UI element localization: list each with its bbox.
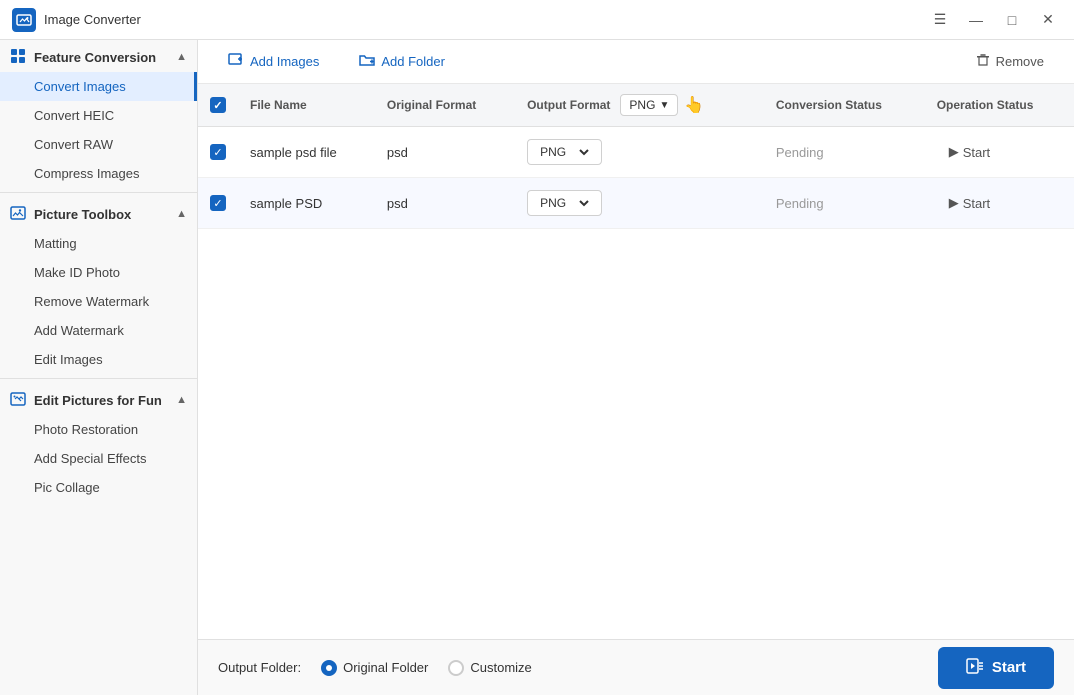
content-area: Add Images Add Folder [198, 40, 1074, 695]
row-1-operation-status[interactable]: ▶ Start [925, 127, 1074, 178]
table-row: ✓ sample psd file psd PNG JPG BMP WEBP [198, 127, 1074, 178]
conversion-status-header: Conversion Status [764, 84, 925, 127]
sidebar-group-feature-conversion[interactable]: Feature Conversion ▲ [0, 40, 197, 72]
customize-radio[interactable] [448, 660, 464, 676]
row-1-filename: sample psd file [238, 127, 375, 178]
sidebar-group-picture-toolbox-label: Picture Toolbox [34, 207, 131, 222]
original-folder-label: Original Folder [343, 660, 428, 675]
sidebar-section-feature-conversion: Feature Conversion ▲ Convert Images Conv… [0, 40, 197, 188]
chevron-up-icon-2: ▲ [176, 208, 187, 220]
sidebar-item-photo-restoration[interactable]: Photo Restoration [0, 415, 197, 444]
file-table-container: ✓ File Name Original Format Output Forma… [198, 84, 1074, 639]
sidebar-group-picture-toolbox[interactable]: Picture Toolbox ▲ [0, 197, 197, 229]
add-images-label: Add Images [250, 54, 319, 69]
app-title: Image Converter [44, 12, 926, 27]
row-1-format-dropdown[interactable]: PNG JPG BMP WEBP TIFF [536, 144, 592, 160]
original-folder-radio[interactable] [321, 660, 337, 676]
bottom-bar: Output Folder: Original Folder Customize [198, 639, 1074, 695]
menu-button[interactable]: ☰ [926, 6, 954, 34]
chevron-up-icon: ▲ [176, 51, 187, 63]
row-1-output-format[interactable]: PNG JPG BMP WEBP TIFF [515, 127, 764, 178]
sidebar: Feature Conversion ▲ Convert Images Conv… [0, 40, 198, 695]
sidebar-section-picture-toolbox: Picture Toolbox ▲ Matting Make ID Photo … [0, 197, 197, 374]
row-1-conversion-status: Pending [764, 127, 925, 178]
output-format-global-select[interactable]: PNG ▼ [620, 94, 678, 116]
row-2-filename: sample PSD [238, 178, 375, 229]
sidebar-group-edit-pictures-label: Edit Pictures for Fun [34, 393, 162, 408]
table-row: ✓ sample PSD psd PNG JPG BMP WEBP [198, 178, 1074, 229]
remove-icon [976, 53, 990, 70]
play-icon-1: ▶ [949, 144, 959, 160]
row-1-original-format: psd [375, 127, 515, 178]
window-controls: ☰ — □ ✕ [926, 6, 1062, 34]
row-2-start-button[interactable]: ▶ Start [937, 191, 1002, 215]
sidebar-item-convert-heic[interactable]: Convert HEIC [0, 101, 197, 130]
file-table: ✓ File Name Original Format Output Forma… [198, 84, 1074, 229]
row-2-output-format-select[interactable]: PNG JPG BMP WEBP TIFF [527, 190, 602, 216]
sidebar-item-edit-images[interactable]: Edit Images [0, 345, 197, 374]
sidebar-item-compress-images[interactable]: Compress Images [0, 159, 197, 188]
operation-status-header: Operation Status [925, 84, 1074, 127]
sidebar-item-add-special-effects[interactable]: Add Special Effects [0, 444, 197, 473]
row-1-output-format-select[interactable]: PNG JPG BMP WEBP TIFF [527, 139, 602, 165]
picture-toolbox-icon [10, 205, 28, 223]
remove-label: Remove [996, 54, 1044, 69]
main-layout: Feature Conversion ▲ Convert Images Conv… [0, 40, 1074, 695]
sidebar-divider-2 [0, 378, 197, 379]
customize-option[interactable]: Customize [448, 660, 531, 676]
output-format-header: Output Format PNG ▼ 👆 [515, 84, 764, 127]
row-2-operation-status[interactable]: ▶ Start [925, 178, 1074, 229]
add-images-icon [228, 52, 244, 72]
edit-pictures-icon [10, 391, 28, 409]
file-name-header: File Name [238, 84, 375, 127]
sidebar-group-feature-conversion-label: Feature Conversion [34, 50, 156, 65]
output-folder-label: Output Folder: [218, 660, 301, 675]
play-icon-2: ▶ [949, 195, 959, 211]
sidebar-item-pic-collage[interactable]: Pic Collage [0, 473, 197, 502]
customize-label: Customize [470, 660, 531, 675]
select-all-checkbox[interactable]: ✓ [210, 97, 226, 113]
sidebar-divider-1 [0, 192, 197, 193]
table-header: ✓ File Name Original Format Output Forma… [198, 84, 1074, 127]
sidebar-item-make-id-photo[interactable]: Make ID Photo [0, 258, 197, 287]
titlebar: Image Converter ☰ — □ ✕ [0, 0, 1074, 40]
remove-button[interactable]: Remove [962, 47, 1058, 76]
add-images-button[interactable]: Add Images [214, 46, 333, 78]
toolbar: Add Images Add Folder [198, 40, 1074, 84]
sidebar-group-edit-pictures[interactable]: Edit Pictures for Fun ▲ [0, 383, 197, 415]
app-icon [12, 8, 36, 32]
original-format-header: Original Format [375, 84, 515, 127]
sidebar-item-convert-raw[interactable]: Convert RAW [0, 130, 197, 159]
sidebar-item-matting[interactable]: Matting [0, 229, 197, 258]
sidebar-item-add-watermark[interactable]: Add Watermark [0, 316, 197, 345]
row-2-conversion-status: Pending [764, 178, 925, 229]
maximize-button[interactable]: □ [998, 6, 1026, 34]
minimize-button[interactable]: — [962, 6, 990, 34]
start-main-icon [966, 657, 984, 679]
start-main-label: Start [992, 659, 1026, 676]
sidebar-item-convert-images[interactable]: Convert Images [0, 72, 197, 101]
add-folder-label: Add Folder [381, 54, 445, 69]
select-all-header[interactable]: ✓ [198, 84, 238, 127]
row-2-output-format[interactable]: PNG JPG BMP WEBP TIFF [515, 178, 764, 229]
feature-conversion-icon [10, 48, 28, 66]
row-2-checkbox[interactable]: ✓ [210, 195, 226, 211]
sidebar-section-edit-pictures: Edit Pictures for Fun ▲ Photo Restoratio… [0, 383, 197, 502]
row-1-checkbox-cell[interactable]: ✓ [198, 127, 238, 178]
add-folder-icon [359, 52, 375, 72]
close-button[interactable]: ✕ [1034, 6, 1062, 34]
start-main-button[interactable]: Start [938, 647, 1054, 689]
table-body: ✓ sample psd file psd PNG JPG BMP WEBP [198, 127, 1074, 229]
row-2-checkbox-cell[interactable]: ✓ [198, 178, 238, 229]
cursor-indicator: 👆 [684, 95, 704, 115]
row-2-original-format: psd [375, 178, 515, 229]
row-2-format-dropdown[interactable]: PNG JPG BMP WEBP TIFF [536, 195, 592, 211]
chevron-up-icon-3: ▲ [176, 394, 187, 406]
row-1-checkbox[interactable]: ✓ [210, 144, 226, 160]
dropdown-arrow-icon: ▼ [659, 100, 669, 111]
add-folder-button[interactable]: Add Folder [345, 46, 459, 78]
row-1-start-button[interactable]: ▶ Start [937, 140, 1002, 164]
sidebar-item-remove-watermark[interactable]: Remove Watermark [0, 287, 197, 316]
original-folder-option[interactable]: Original Folder [321, 660, 428, 676]
